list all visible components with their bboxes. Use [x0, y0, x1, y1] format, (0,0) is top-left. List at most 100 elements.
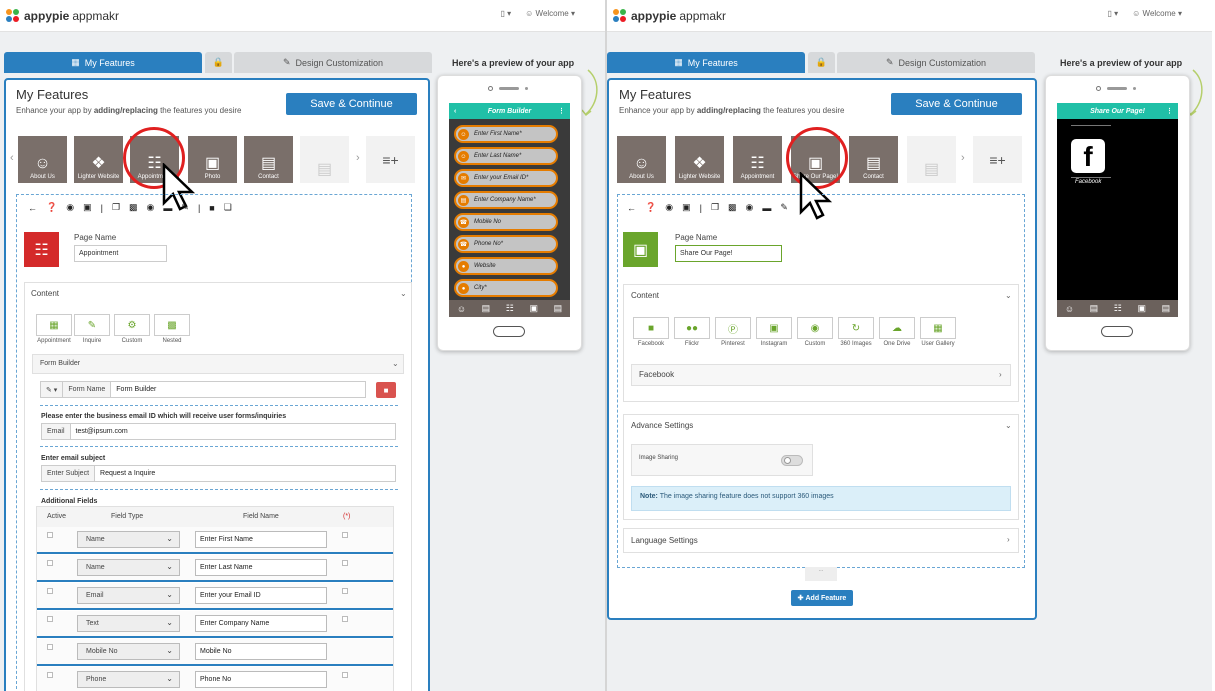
field-name-input[interactable]: Enter First Name [195, 531, 327, 548]
required-checkbox[interactable] [342, 672, 348, 678]
content-tile-user-gallery[interactable]: ▦ [920, 317, 956, 339]
form-item[interactable]: ☺ Enter First Name* [454, 125, 558, 143]
scroll-right-icon[interactable]: › [961, 152, 965, 164]
form-item[interactable]: ☎ Phone No* [454, 235, 558, 253]
field-type-select[interactable]: Phone ⌄ [77, 671, 180, 688]
feature-tile-about-us[interactable]: ☺ About Us [18, 136, 67, 183]
facebook-icon[interactable]: f [1071, 139, 1105, 173]
active-checkbox[interactable] [47, 532, 53, 538]
active-checkbox[interactable] [47, 672, 53, 678]
field-name-input[interactable]: Enter your Email ID [195, 587, 327, 604]
eye-icon[interactable]: ◉ [665, 202, 673, 213]
welcome-menu[interactable]: ☺ Welcome ▾ [525, 9, 575, 18]
subject-field[interactable]: Enter Subject Request a Inquire [41, 465, 396, 482]
device-selector[interactable]: ▯ ▾ [501, 9, 512, 18]
active-checkbox[interactable] [47, 616, 53, 622]
form-item[interactable]: ✉ Enter your Email ID* [454, 169, 558, 187]
field-type-select[interactable]: Name ⌄ [77, 559, 180, 576]
help-icon[interactable]: ❓ [46, 202, 57, 213]
tab-design-customization[interactable]: ✎ Design Customization [837, 52, 1035, 73]
content-tile-360-images[interactable]: ↻ [838, 317, 874, 339]
palette-icon[interactable]: ◉ [147, 202, 155, 213]
minus-icon[interactable]: ▬ [163, 203, 172, 213]
contact-icon[interactable]: ▤ [1162, 303, 1171, 314]
field-name-input[interactable]: Enter Company Name [195, 615, 327, 632]
advance-settings-header[interactable]: Advance Settings [631, 421, 693, 430]
field-type-select[interactable]: Text ⌄ [77, 615, 180, 632]
welcome-menu[interactable]: ☺ Welcome ▾ [1132, 9, 1182, 18]
appointment-icon[interactable]: ☷ [1114, 303, 1122, 314]
feature-tile-appointment[interactable]: ☷ Appointment [733, 136, 782, 183]
back-icon[interactable]: ← [627, 203, 636, 213]
menu-dots-icon[interactable]: ⋮ [558, 107, 565, 115]
chevron-down-icon[interactable]: ⌄ [1005, 291, 1012, 300]
content-header[interactable]: Content [631, 291, 659, 300]
active-checkbox[interactable] [47, 644, 53, 650]
chevron-down-icon[interactable]: ⌄ [392, 359, 399, 368]
signal-icon[interactable]: ▩ [728, 202, 737, 213]
menu-dots-icon[interactable]: ⋮ [1166, 107, 1173, 115]
active-checkbox[interactable] [47, 560, 53, 566]
copy-icon[interactable]: ❐ [711, 202, 719, 213]
active-checkbox[interactable] [47, 588, 53, 594]
add-feature-button[interactable]: ✚ Add Feature [791, 590, 853, 606]
field-type-select[interactable]: Mobile No ⌄ [77, 643, 180, 660]
minus-icon[interactable]: ▬ [762, 203, 771, 213]
content-tile-instagram[interactable]: ▣ [756, 317, 792, 339]
field-type-select[interactable]: Name ⌄ [77, 531, 180, 548]
feature-tile-about-us[interactable]: ☺ About Us [617, 136, 666, 183]
eye-icon[interactable]: ◉ [66, 202, 74, 213]
more-handle[interactable]: ... [805, 567, 837, 581]
person-icon[interactable]: ☺ [1065, 304, 1074, 314]
content-tile-one-drive[interactable]: ☁ [879, 317, 915, 339]
feature-tile-contact[interactable]: ▤ Contact [244, 136, 293, 183]
content-tile-inquire[interactable]: ✎ [74, 314, 110, 336]
feature-tile-lighter-website[interactable]: ❖ Lighter Website [74, 136, 123, 183]
form-item[interactable]: ● City* [454, 279, 558, 297]
page-name-input[interactable]: Appointment [74, 245, 167, 262]
form-builder-bar[interactable] [32, 354, 404, 374]
back-icon[interactable]: ← [28, 203, 37, 213]
lighter-icon[interactable]: ▤ [1090, 303, 1099, 314]
content-tile-facebook[interactable]: ■ [633, 317, 669, 339]
add-feature-tile[interactable]: ≡+ [973, 136, 1022, 183]
tab-lock[interactable]: 🔒 [808, 52, 835, 73]
save-continue-button[interactable]: Save & Continue [286, 93, 417, 115]
signal-icon[interactable]: ▩ [129, 202, 138, 213]
lock-icon[interactable]: ▣ [83, 202, 92, 213]
lock-icon[interactable]: ▣ [682, 202, 691, 213]
delete-icon[interactable]: ■ [209, 203, 214, 213]
pencil-dropdown-icon[interactable]: ✎ ▾ [41, 382, 64, 397]
field-type-select[interactable]: Email ⌄ [77, 587, 180, 604]
content-tile-nested[interactable]: ▩ [154, 314, 190, 336]
content-tile-appointment[interactable]: ▦ [36, 314, 72, 336]
scroll-left-icon[interactable]: ‹ [10, 152, 14, 164]
tab-lock[interactable]: 🔒 [205, 52, 232, 73]
lighter-icon[interactable]: ▤ [482, 303, 491, 314]
form-item[interactable]: ☎ Mobile No [454, 213, 558, 231]
add-feature-tile[interactable]: ≡+ [366, 136, 415, 183]
email-field[interactable]: Email test@ipsum.com [41, 423, 396, 440]
help-icon[interactable]: ❓ [645, 202, 656, 213]
person-icon[interactable]: ☺ [457, 304, 466, 314]
feature-tile-contact[interactable]: ▤ Contact [849, 136, 898, 183]
feature-tile-empty[interactable]: ▤ [907, 136, 956, 183]
feature-tile-empty[interactable]: ▤ [300, 136, 349, 183]
tab-my-features[interactable]: ▦ My Features [4, 52, 202, 73]
form-item[interactable]: ▤ Enter Company Name* [454, 191, 558, 209]
content-tile-pinterest[interactable]: Ⓟ [715, 317, 751, 339]
delete-button[interactable]: ■ [376, 382, 396, 398]
form-item[interactable]: ☺ Enter Last Name* [454, 147, 558, 165]
field-name-input[interactable]: Phone No [195, 671, 327, 688]
chevron-right-icon[interactable]: › [999, 370, 1002, 379]
content-tile-flickr[interactable]: ●● [674, 317, 710, 339]
tab-design-customization[interactable]: ✎ Design Customization [234, 52, 432, 73]
chevron-down-icon[interactable]: ⌄ [1005, 421, 1012, 430]
photo-icon[interactable]: ▣ [1137, 303, 1146, 314]
required-checkbox[interactable] [342, 532, 348, 538]
palette-icon[interactable]: ◉ [746, 202, 754, 213]
tab-my-features[interactable]: ▦ My Features [607, 52, 805, 73]
facebook-row[interactable] [631, 364, 1011, 386]
photo-icon[interactable]: ▣ [529, 303, 538, 314]
duplicate-icon[interactable]: ❏ [224, 202, 232, 213]
